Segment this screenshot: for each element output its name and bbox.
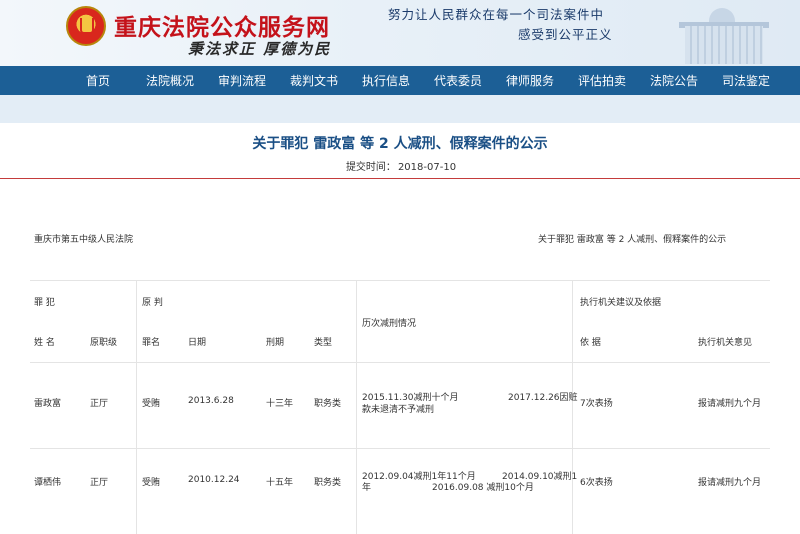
table-row-divider: [30, 448, 770, 449]
row2-history-d: 2016.09.08 减刑10个月: [432, 483, 534, 493]
row1-opinion: 报请减刑九个月: [698, 399, 762, 409]
site-motto: 秉法求正 厚德为民: [188, 40, 332, 58]
row1-basis: 7次表扬: [580, 399, 613, 409]
col-opinion: 执行机关意见: [698, 338, 753, 348]
title-divider: [0, 178, 800, 179]
col-type: 类型: [314, 338, 333, 348]
site-title[interactable]: 重庆法院公众服务网: [114, 8, 330, 42]
nav-item-lawyer-service[interactable]: 律师服务: [494, 72, 566, 89]
row1-term: 十三年: [266, 399, 294, 409]
col-date: 日期: [188, 338, 207, 348]
row1-name: 雷政富: [34, 399, 62, 409]
document-subject: 关于罪犯 雷政富 等 2 人减刑、假释案件的公示: [538, 235, 727, 245]
table-col-divider: [136, 280, 137, 534]
site-header: 重庆法院公众服务网 秉法求正 厚德为民 努力让人民群众在每一个司法案件中 感受到…: [0, 0, 800, 66]
submit-time-label: 提交时间：: [345, 162, 396, 173]
sub-bar: [0, 95, 800, 123]
col-term: 刑期: [266, 338, 285, 348]
notice-title: 关于罪犯 雷政富 等 2 人减刑、假释案件的公示: [252, 136, 548, 152]
row1-charge: 受贿: [142, 399, 161, 409]
row2-type: 职务类: [314, 478, 342, 488]
row2-name: 谭栖伟: [34, 478, 62, 488]
row2-charge: 受贿: [142, 478, 161, 488]
row2-former-post: 正厅: [90, 478, 109, 488]
nav-item-court-overview[interactable]: 法院概况: [134, 72, 206, 89]
nav-item-home[interactable]: 首页: [62, 72, 134, 89]
row1-history-c: 款未退清不予减刑: [362, 405, 435, 415]
row2-opinion: 报请减刑九个月: [698, 478, 762, 488]
row1-history-b: 2017.12.26因赃: [508, 393, 578, 403]
header-history: 历次减刑情况: [362, 319, 417, 329]
submit-time: 提交时间： 2018-07-10: [0, 158, 800, 173]
table-col-divider: [572, 280, 573, 534]
nav-item-trial-process[interactable]: 审判流程: [206, 72, 278, 89]
row2-date: 2010.12.24: [188, 475, 240, 485]
row1-type: 职务类: [314, 399, 342, 409]
slogan-line-1: 努力让人民群众在每一个司法案件中: [388, 7, 605, 22]
row2-term: 十五年: [266, 478, 294, 488]
col-former-post: 原职级: [90, 338, 118, 348]
submit-time-value: 2018-07-10: [397, 162, 457, 173]
table-col-divider: [356, 280, 357, 534]
nav-item-auctions[interactable]: 评估拍卖: [566, 72, 638, 89]
main-nav: 首页 法院概况 审判流程 裁判文书 执行信息 代表委员 律师服务 评估拍卖 法院…: [0, 66, 800, 95]
slogan-line-2: 感受到公平正义: [518, 27, 613, 42]
court-building-icon: [665, 2, 800, 66]
court-name: 重庆市第五中级人民法院: [34, 235, 134, 245]
court-emblem-icon: [66, 6, 106, 46]
table-border-top: [30, 280, 770, 281]
header-criminal: 罪 犯: [34, 298, 55, 308]
col-charge: 罪名: [142, 338, 161, 348]
header-original-sentence: 原 判: [142, 298, 163, 308]
col-basis: 依 据: [580, 338, 601, 348]
header-agency: 执行机关建议及依据: [580, 298, 662, 308]
row1-date: 2013.6.28: [188, 396, 234, 406]
nav-item-announcements[interactable]: 法院公告: [638, 72, 710, 89]
table-row-divider: [30, 362, 770, 363]
nav-item-deputies[interactable]: 代表委员: [422, 72, 494, 89]
nav-item-enforcement[interactable]: 执行信息: [350, 72, 422, 89]
nav-item-judgments[interactable]: 裁判文书: [278, 72, 350, 89]
col-name: 姓 名: [34, 338, 55, 348]
row2-history-c: 年: [362, 483, 372, 493]
row2-basis: 6次表扬: [580, 478, 613, 488]
nav-item-judicial-appraisal[interactable]: 司法鉴定: [710, 72, 782, 89]
row1-former-post: 正厅: [90, 399, 109, 409]
notice-document: 重庆市第五中级人民法院 关于罪犯 雷政富 等 2 人减刑、假释案件的公示 罪 犯…: [0, 180, 800, 534]
